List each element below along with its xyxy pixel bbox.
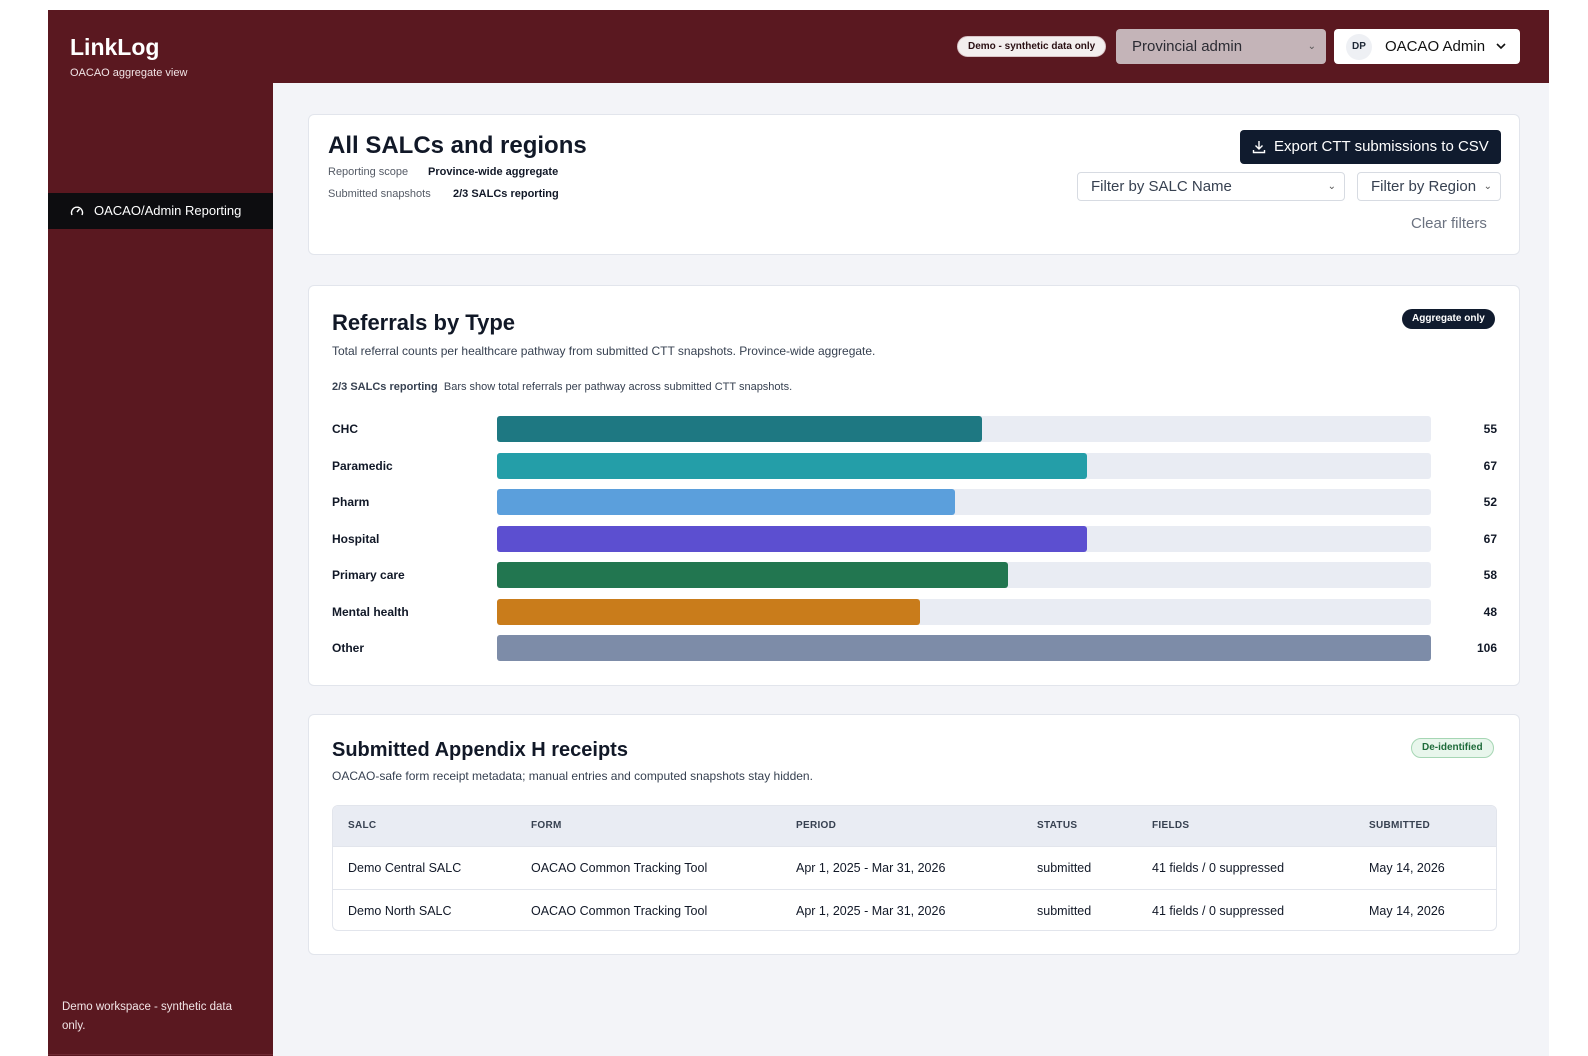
role-select-value: Provincial admin	[1132, 38, 1243, 55]
cell-submitted: May 14, 2026	[1369, 861, 1445, 875]
cell-fields: 41 fields / 0 suppressed	[1152, 904, 1285, 918]
receipts-card: Submitted Appendix H receipts De-identif…	[308, 714, 1520, 955]
bar-value-label: 52	[1483, 495, 1497, 509]
referrals-title: Referrals by Type	[332, 310, 516, 335]
bar-track	[497, 416, 1431, 442]
cell-submitted: May 14, 2026	[1369, 904, 1445, 918]
bar-label: Other	[332, 641, 365, 655]
app-window: LinkLog OACAO aggregate view Demo - synt…	[48, 10, 1549, 1056]
column-header[interactable]: FORM	[531, 806, 562, 846]
column-header[interactable]: SUBMITTED	[1369, 806, 1430, 846]
column-header[interactable]: PERIOD	[796, 806, 836, 846]
bar-label: Paramedic	[332, 458, 393, 473]
column-header[interactable]: SALC	[348, 806, 376, 846]
bar[interactable]	[497, 489, 956, 515]
bar[interactable]	[497, 562, 1009, 588]
cell-form: OACAO Common Tracking Tool	[531, 904, 708, 918]
referrals-note-text: Bars show total referrals per pathway ac…	[443, 381, 793, 393]
bar-value-label: 58	[1483, 568, 1497, 582]
table-header: SALC FORM PERIOD STATUS FIELDS SUBMITTED	[333, 806, 1496, 846]
sidebar-footer-note: Demo workspace - synthetic data only.	[62, 1001, 233, 1032]
chevron-down-icon	[1496, 43, 1506, 50]
cell-status: submitted	[1037, 904, 1092, 918]
referrals-card: Referrals by Type Aggregate only Total r…	[308, 285, 1520, 686]
brand-logo[interactable]: LinkLog	[70, 34, 159, 61]
demo-badge: Demo - synthetic data only	[957, 36, 1107, 57]
bar[interactable]	[497, 598, 920, 625]
bar-track	[497, 452, 1431, 479]
bar-track	[497, 489, 1431, 515]
receipts-subtitle: OACAO-safe form receipt metadata; manual…	[332, 769, 813, 783]
bar-track	[497, 562, 1431, 588]
clear-filters-button[interactable]: Clear filters	[1411, 215, 1487, 232]
referrals-subtitle: Total referral counts per healthcare pat…	[332, 344, 876, 358]
column-header[interactable]: FIELDS	[1152, 806, 1189, 846]
bar-track	[497, 635, 1431, 661]
user-name: OACAO Admin	[1385, 38, 1486, 55]
cell-fields: 41 fields / 0 suppressed	[1152, 861, 1285, 875]
referrals-note: 2/3 SALCs reporting Bars show total refe…	[332, 381, 792, 393]
gauge-icon	[70, 206, 84, 216]
filter-salc-value: Filter by SALC Name	[1091, 178, 1232, 195]
bar-label: Pharm	[332, 495, 370, 509]
bar-label: Hospital	[332, 531, 380, 546]
cell-form: OACAO Common Tracking Tool	[531, 861, 708, 875]
bar[interactable]	[497, 416, 982, 442]
reporting-count: 2/3 SALCs reporting	[332, 381, 438, 393]
scope-label: Reporting scope	[328, 166, 409, 178]
sidebar-item-admin-reporting[interactable]: OACAO/Admin Reporting	[48, 193, 273, 229]
scope-value: Province-wide aggregate	[428, 166, 559, 178]
bar-label: Mental health	[332, 604, 409, 619]
table-row[interactable]: Demo Central SALC OACAO Common Tracking …	[333, 846, 1496, 889]
table-row[interactable]: Demo North SALC OACAO Common Tracking To…	[333, 889, 1496, 930]
chevron-down-icon: ⌄	[1483, 181, 1492, 192]
aggregate-badge: Aggregate only	[1402, 309, 1495, 329]
chevron-down-icon: ⌄	[1307, 41, 1316, 52]
bar-track	[497, 525, 1431, 552]
page-title: All SALCs and regions	[328, 132, 587, 159]
receipts-title: Submitted Appendix H receipts	[332, 739, 628, 761]
filter-salc-select[interactable]: Filter by SALC Name ⌄	[1077, 172, 1345, 201]
filter-region-select[interactable]: Filter by Region ⌄	[1357, 172, 1501, 201]
cell-period: Apr 1, 2025 - Mar 31, 2026	[796, 904, 946, 918]
filter-region-value: Filter by Region	[1371, 178, 1477, 195]
snapshots-label: Submitted snapshots	[328, 188, 431, 200]
download-icon	[1252, 141, 1266, 154]
export-csv-button[interactable]: Export CTT submissions to CSV	[1240, 130, 1501, 164]
user-menu-button[interactable]: DP OACAO Admin	[1334, 29, 1520, 64]
role-select[interactable]: Provincial admin ⌄	[1116, 29, 1326, 64]
deidentified-badge: De-identified	[1411, 738, 1494, 758]
sidebar-divider	[48, 1054, 273, 1055]
avatar: DP	[1346, 34, 1372, 60]
top-bar: LinkLog OACAO aggregate view Demo - synt…	[48, 10, 1549, 83]
bar-value-label: 55	[1483, 422, 1497, 436]
sidebar-item-label: OACAO/Admin Reporting	[94, 203, 242, 218]
cell-status: submitted	[1037, 861, 1092, 875]
bar[interactable]	[497, 635, 1431, 661]
column-header[interactable]: STATUS	[1037, 806, 1077, 846]
brand-subtitle: OACAO aggregate view	[70, 67, 188, 79]
bar-label: CHC	[332, 422, 358, 436]
snapshots-value: 2/3 SALCs reporting	[453, 188, 559, 200]
bar-label: Primary care	[332, 568, 405, 582]
bar-value-label: 67	[1483, 458, 1497, 473]
summary-card: All SALCs and regions Reporting scope Pr…	[308, 114, 1520, 255]
export-csv-label: Export CTT submissions to CSV	[1274, 138, 1489, 155]
bar-track	[497, 598, 1431, 625]
cell-salc: Demo North SALC	[348, 904, 452, 918]
sidebar: OACAO/Admin Reporting Demo workspace - s…	[48, 83, 273, 1056]
bar-value-label: 67	[1483, 531, 1497, 546]
bar[interactable]	[497, 525, 1088, 552]
receipts-table: SALC FORM PERIOD STATUS FIELDS SUBMITTED…	[332, 805, 1497, 931]
bar-value-label: 106	[1476, 641, 1497, 655]
bar[interactable]	[497, 452, 1088, 479]
bar-value-label: 48	[1483, 604, 1497, 619]
cell-salc: Demo Central SALC	[348, 861, 462, 875]
cell-period: Apr 1, 2025 - Mar 31, 2026	[796, 861, 946, 875]
chevron-down-icon: ⌄	[1327, 181, 1336, 192]
